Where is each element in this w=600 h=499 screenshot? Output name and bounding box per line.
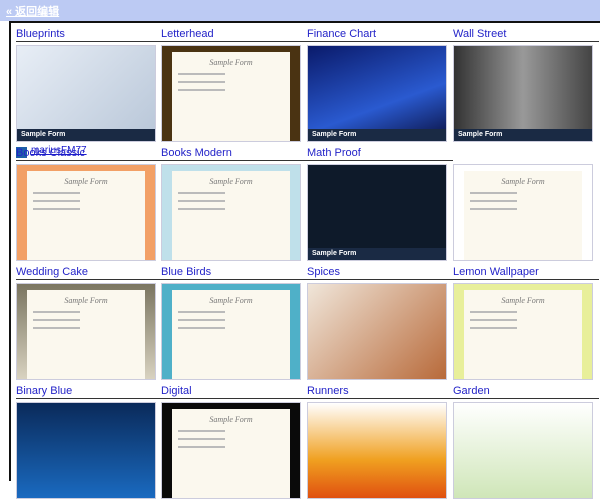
form-preview: Sample Form — [172, 52, 290, 141]
thumbnail-caption: Sample Form — [454, 129, 592, 141]
form-preview: Sample Form — [464, 290, 582, 379]
form-preview: Sample Form — [172, 409, 290, 498]
template-card: Letterhead Sample Form — [161, 28, 307, 142]
template-thumbnail[interactable]: Sample Form — [307, 164, 447, 261]
template-card: Blueprints Sample Form mariusFM77 — [16, 28, 162, 160]
template-card: Finance Chart Sample Form — [307, 28, 453, 142]
template-card: Digital Sample Form — [161, 385, 307, 499]
form-preview: Sample Form — [464, 171, 582, 260]
template-thumbnail[interactable]: Sample Form — [16, 45, 156, 142]
template-title[interactable]: Garden — [453, 385, 599, 399]
template-thumbnail[interactable]: Sample Form — [453, 283, 593, 380]
template-title[interactable]: Letterhead — [161, 28, 307, 42]
template-title[interactable]: Books Classic — [16, 147, 162, 161]
template-thumbnail[interactable]: Sample Form — [16, 283, 156, 380]
template-card: Spices — [307, 266, 453, 380]
form-preview: Sample Form — [172, 171, 290, 260]
template-title[interactable]: Lemon Wallpaper — [453, 266, 599, 280]
thumbnail-caption: Sample Form — [308, 129, 446, 141]
template-title[interactable]: Books Modern — [161, 147, 307, 161]
template-card: Blue Birds Sample Form — [161, 266, 307, 380]
template-thumbnail[interactable] — [453, 402, 593, 499]
template-thumbnail[interactable] — [307, 283, 447, 380]
template-card: Books Modern Sample Form — [161, 147, 307, 261]
template-card: Garden — [453, 385, 599, 499]
template-title[interactable]: Binary Blue — [16, 385, 162, 399]
back-to-edit-link[interactable]: « 返回编辑 — [6, 3, 59, 19]
thumbnail-caption: Sample Form — [308, 248, 446, 260]
template-thumbnail[interactable]: Sample Form — [161, 45, 301, 142]
template-card: Runners — [307, 385, 453, 499]
form-preview: Sample Form — [27, 171, 145, 260]
template-thumbnail[interactable]: Sample Form — [453, 45, 593, 142]
template-card: Wall Street Sample Form — [453, 28, 599, 142]
template-card: Sample Form — [453, 161, 599, 261]
form-preview: Sample Form — [27, 290, 145, 379]
template-gallery: Blueprints Sample Form mariusFM77 Letterhea… — [9, 21, 600, 499]
template-thumbnail[interactable]: Sample Form — [161, 402, 301, 499]
template-thumbnail[interactable]: Sample Form — [161, 283, 301, 380]
template-thumbnail[interactable] — [307, 402, 447, 499]
template-card: Wedding Cake Sample Form — [16, 266, 162, 380]
template-card: Books Classic Sample Form — [16, 147, 162, 261]
template-title[interactable]: Digital — [161, 385, 307, 399]
template-title[interactable]: Blue Birds — [161, 266, 307, 280]
template-card: Math Proof Sample Form — [307, 147, 453, 261]
template-card: Lemon Wallpaper Sample Form — [453, 266, 599, 380]
template-title[interactable]: Wall Street — [453, 28, 599, 42]
top-bar: « 返回编辑 — [0, 0, 600, 21]
template-thumbnail[interactable]: Sample Form — [16, 164, 156, 261]
form-preview: Sample Form — [172, 290, 290, 379]
template-title[interactable]: Math Proof — [307, 147, 453, 161]
template-title[interactable]: Runners — [307, 385, 453, 399]
template-title[interactable]: Finance Chart — [307, 28, 453, 42]
template-thumbnail[interactable]: Sample Form — [453, 164, 593, 261]
template-title[interactable]: Wedding Cake — [16, 266, 162, 280]
template-card: Binary Blue — [16, 385, 162, 499]
template-title[interactable]: Spices — [307, 266, 453, 280]
template-thumbnail[interactable]: Sample Form — [161, 164, 301, 261]
template-title[interactable]: Blueprints — [16, 28, 162, 42]
thumbnail-caption: Sample Form — [17, 129, 155, 141]
template-thumbnail[interactable] — [16, 402, 156, 499]
template-thumbnail[interactable]: Sample Form — [307, 45, 447, 142]
